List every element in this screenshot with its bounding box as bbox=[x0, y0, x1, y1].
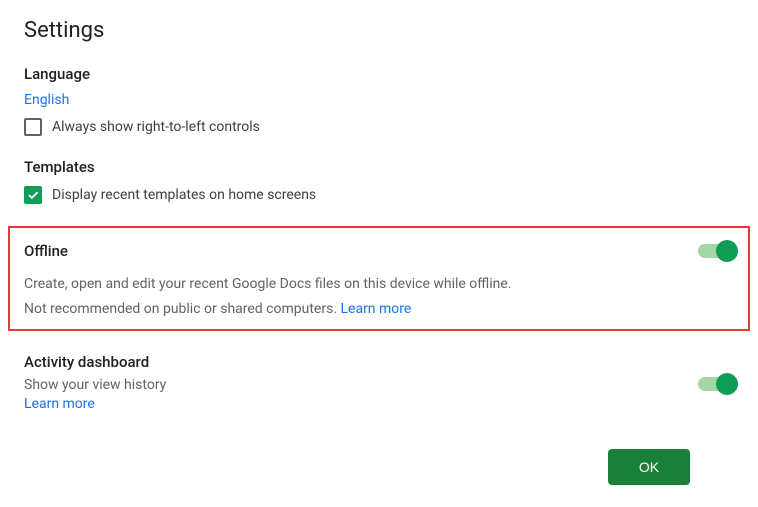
offline-toggle[interactable] bbox=[698, 244, 734, 258]
offline-learn-more-link[interactable]: Learn more bbox=[340, 301, 411, 317]
templates-heading: Templates bbox=[24, 158, 734, 176]
display-recent-label: Display recent templates on home screens bbox=[52, 187, 316, 203]
offline-desc1: Create, open and edit your recent Google… bbox=[24, 274, 734, 295]
toggle-knob bbox=[716, 373, 738, 395]
rtl-checkbox-label: Always show right-to-left controls bbox=[52, 119, 260, 135]
activity-toggle[interactable] bbox=[698, 377, 734, 391]
page-title: Settings bbox=[24, 18, 734, 43]
activity-section: Activity dashboard Show your view histor… bbox=[24, 353, 734, 412]
language-section: Language English Always show right-to-le… bbox=[24, 65, 734, 136]
offline-desc2: Not recommended on public or shared comp… bbox=[24, 301, 734, 317]
activity-heading: Activity dashboard bbox=[24, 353, 166, 371]
templates-section: Templates Display recent templates on ho… bbox=[24, 158, 734, 204]
language-heading: Language bbox=[24, 65, 734, 83]
offline-heading: Offline bbox=[24, 242, 68, 260]
offline-section: Offline Create, open and edit your recen… bbox=[8, 226, 750, 331]
rtl-checkbox[interactable] bbox=[24, 118, 42, 136]
activity-subtitle: Show your view history bbox=[24, 377, 166, 393]
display-recent-checkbox[interactable] bbox=[24, 186, 42, 204]
language-value-link[interactable]: English bbox=[24, 92, 69, 108]
activity-learn-more-link[interactable]: Learn more bbox=[24, 396, 95, 412]
toggle-knob bbox=[716, 240, 738, 262]
ok-button[interactable]: OK bbox=[608, 449, 690, 485]
